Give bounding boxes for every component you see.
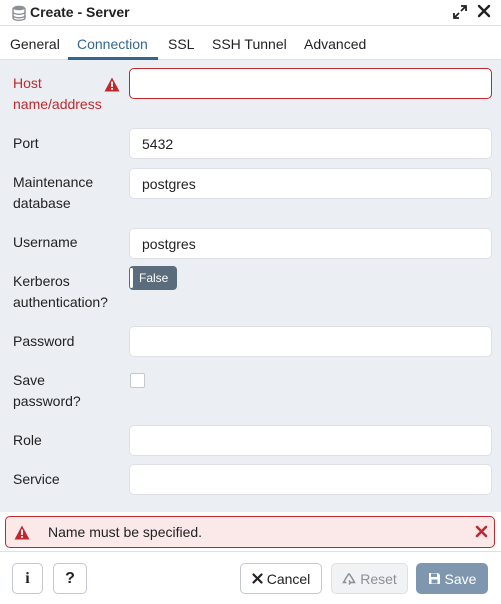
password-input[interactable] [129,326,492,357]
cancel-button[interactable]: Cancel [240,563,322,594]
service-label: Service [13,471,60,487]
maintenance-database-input[interactable]: postgres [129,168,492,199]
close-icon [252,573,263,584]
floppy-disk-icon [428,573,440,584]
tab-general[interactable]: General [10,36,60,52]
recycle-icon [342,572,356,585]
help-button[interactable]: ? [53,563,87,594]
reset-button[interactable]: Reset [331,563,408,594]
kerberos-label: Kerberos authentication? [13,273,108,310]
port-label: Port [13,135,39,151]
warning-icon [14,525,30,540]
dialog-titlebar: Create - Server [0,0,501,26]
toggle-state-label: False [139,271,169,285]
host-input[interactable] [129,68,492,99]
connection-form: Host name/address Port 5432 Maintenance … [0,60,501,512]
cancel-label: Cancel [266,570,311,587]
tab-bar: General Connection SSL SSH Tunnel Advanc… [0,26,501,60]
info-icon: i [25,569,30,587]
warning-icon [104,77,120,92]
role-input[interactable] [129,425,492,456]
save-password-checkbox[interactable] [130,373,145,388]
toggle-knob [130,268,133,288]
reset-label: Reset [360,570,397,587]
database-server-icon [12,5,26,21]
dialog-title: Create - Server [30,4,130,20]
tab-ssh-tunnel[interactable]: SSH Tunnel [212,36,287,52]
alert-close-icon[interactable] [475,525,488,538]
port-input[interactable]: 5432 [129,128,492,159]
dialog-footer: i ? Cancel Reset Save [0,551,501,604]
close-icon[interactable] [477,4,491,18]
info-button[interactable]: i [12,563,43,594]
tab-connection[interactable]: Connection [77,36,148,52]
save-button[interactable]: Save [416,563,488,594]
tab-ssl[interactable]: SSL [168,36,194,52]
error-alert: Name must be specified. [5,516,495,548]
role-label: Role [13,432,42,448]
password-label: Password [13,333,75,349]
tab-advanced[interactable]: Advanced [304,36,366,52]
save-label: Save [444,570,477,587]
kerberos-toggle[interactable]: False [129,266,177,290]
alert-message: Name must be specified. [48,524,203,540]
save-password-label: Save password? [13,372,81,409]
maintenance-database-label: Maintenance database [13,174,94,211]
username-input[interactable]: postgres [129,228,492,259]
help-icon: ? [65,569,75,587]
service-input[interactable] [129,464,492,495]
expand-icon[interactable] [453,5,467,19]
host-label: Host name/address [13,75,102,112]
username-label: Username [13,234,78,250]
